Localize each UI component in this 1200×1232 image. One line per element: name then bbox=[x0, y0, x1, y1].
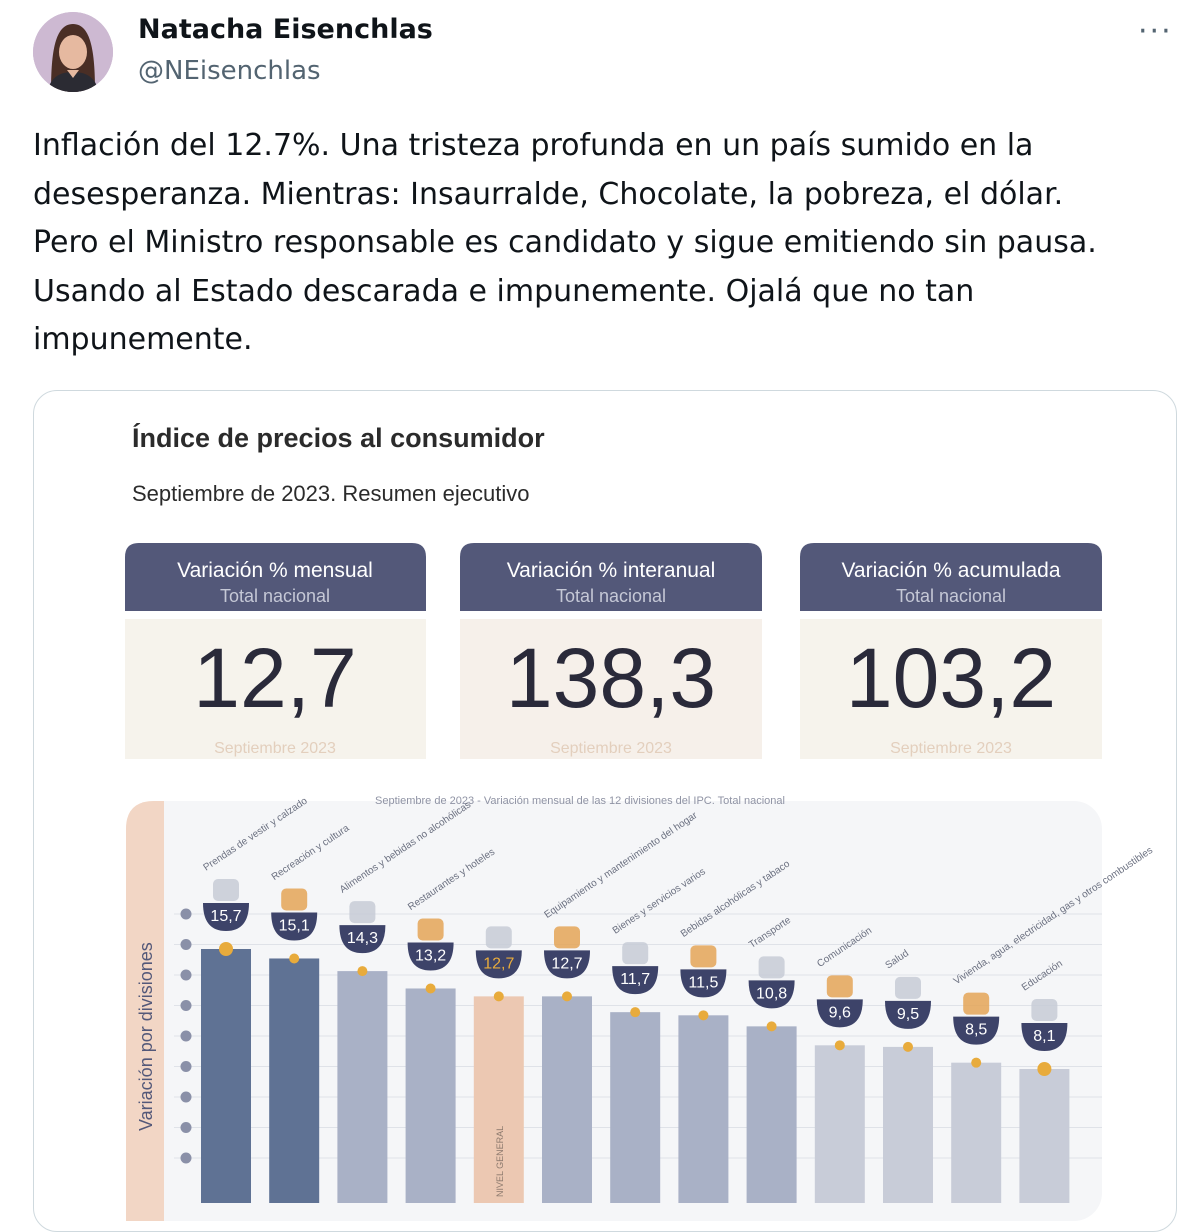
division-icon bbox=[554, 926, 580, 949]
axis-marker bbox=[180, 1091, 192, 1103]
division-icon bbox=[826, 975, 853, 998]
value-label: 11,5 bbox=[688, 974, 718, 991]
kpi-value: 138,3 bbox=[506, 631, 716, 725]
division-icon bbox=[622, 942, 649, 965]
kpi-label: Variación % acumulada bbox=[841, 559, 1060, 582]
chart-title: Septiembre de 2023 - Variación mensual d… bbox=[375, 795, 785, 807]
bar bbox=[746, 1026, 797, 1203]
bar bbox=[337, 971, 388, 1203]
bar bbox=[814, 1045, 865, 1203]
general-level-label: NIVEL GENERAL bbox=[495, 1126, 505, 1197]
axis-marker bbox=[180, 969, 192, 981]
tweet-line: Pero el Ministro responsable es candidat… bbox=[33, 225, 1097, 260]
value-label: 12,7 bbox=[551, 955, 582, 972]
division-icon bbox=[281, 888, 308, 911]
avatar[interactable] bbox=[33, 12, 113, 92]
bar-marker bbox=[903, 1041, 913, 1052]
bar bbox=[405, 988, 456, 1203]
bar-marker bbox=[971, 1057, 982, 1068]
division-icon bbox=[895, 976, 921, 999]
bar-marker bbox=[289, 953, 300, 964]
division-icon bbox=[417, 918, 444, 941]
infographic-title: Índice de precios al consumidor bbox=[132, 422, 545, 453]
division-icon bbox=[485, 926, 512, 949]
bar bbox=[883, 1046, 933, 1203]
value-label: 8,1 bbox=[1033, 1028, 1055, 1045]
author-name[interactable]: Natacha Eisenchlas bbox=[138, 14, 433, 45]
bar-marker bbox=[562, 991, 572, 1002]
value-label: 14,3 bbox=[347, 930, 378, 947]
bar-marker bbox=[834, 1040, 845, 1051]
bar bbox=[678, 1015, 729, 1203]
infographic: Índice de precios al consumidor Septiemb… bbox=[125, 422, 1155, 1221]
value-label: 10,8 bbox=[756, 985, 787, 1002]
bar bbox=[1019, 1069, 1070, 1203]
kpi-sublabel: Total nacional bbox=[556, 586, 666, 606]
kpi-label: Variación % interanual bbox=[507, 559, 716, 582]
division-icon bbox=[213, 879, 239, 901]
bar-marker bbox=[698, 1010, 709, 1021]
kpi-value: 103,2 bbox=[846, 631, 1056, 725]
kpi-card-acumulada: Variación % acumulada Total nacional 103… bbox=[800, 543, 1102, 759]
bar-marker bbox=[357, 966, 368, 977]
kpi-period: Septiembre 2023 bbox=[550, 740, 672, 757]
kpi-value: 12,7 bbox=[193, 631, 357, 725]
axis-marker bbox=[180, 939, 192, 950]
value-label: 15,7 bbox=[210, 908, 241, 925]
division-icon bbox=[758, 956, 785, 979]
tweet-line: desesperanza. Mientras: Insaurralde, Cho… bbox=[33, 176, 1064, 212]
division-icon bbox=[1031, 999, 1058, 1021]
value-label: 15,1 bbox=[279, 917, 310, 934]
kpi-card-interanual: Variación % interanual Total nacional 13… bbox=[460, 543, 762, 759]
chart-ylabel: Variación por divisiones bbox=[136, 942, 156, 1131]
value-label: 13,2 bbox=[415, 947, 446, 964]
value-label: 9,5 bbox=[897, 1006, 919, 1023]
bar bbox=[542, 996, 592, 1203]
tweet-text: Inflación del 12.7%. Una tristeza profun… bbox=[33, 122, 1173, 365]
kpi-period: Septiembre 2023 bbox=[890, 740, 1012, 757]
bar-marker bbox=[630, 1007, 641, 1018]
tweet-line: Inflación del 12.7%. Una tristeza profun… bbox=[33, 128, 1034, 163]
axis-marker bbox=[180, 1030, 192, 1042]
tweet-line: impunemente. bbox=[33, 322, 253, 357]
bar-marker bbox=[425, 983, 436, 994]
division-icon bbox=[349, 901, 376, 924]
value-label: 11,7 bbox=[620, 971, 650, 988]
more-options-icon[interactable]: ··· bbox=[1138, 14, 1173, 49]
bar-marker bbox=[1037, 1062, 1052, 1076]
axis-marker bbox=[180, 1061, 192, 1072]
axis-marker bbox=[180, 908, 192, 920]
kpi-sublabel: Total nacional bbox=[896, 586, 1006, 606]
bar bbox=[951, 1062, 1002, 1203]
value-label: 8,5 bbox=[965, 1022, 987, 1039]
axis-marker bbox=[180, 1122, 192, 1133]
bar-marker bbox=[219, 942, 233, 956]
division-icon bbox=[690, 945, 717, 968]
value-label: 12,7 bbox=[483, 955, 514, 972]
axis-marker bbox=[180, 1000, 192, 1011]
axis-marker bbox=[180, 1152, 192, 1164]
bar bbox=[269, 958, 320, 1203]
kpi-period: Septiembre 2023 bbox=[214, 740, 336, 757]
bar bbox=[201, 949, 251, 1203]
infographic-subtitle: Septiembre de 2023. Resumen ejecutivo bbox=[132, 481, 529, 506]
kpi-card-mensual: Variación % mensual Total nacional 12,7 … bbox=[125, 543, 426, 759]
kpi-label: Variación % mensual bbox=[177, 559, 373, 582]
value-label: 9,6 bbox=[829, 1004, 851, 1021]
media-image[interactable]: Índice de precios al consumidor Septiemb… bbox=[33, 390, 1177, 1232]
author-handle[interactable]: @NEisenchlas bbox=[138, 56, 321, 86]
bar-marker bbox=[766, 1021, 777, 1032]
bar-marker bbox=[493, 991, 504, 1002]
bar bbox=[610, 1012, 661, 1203]
division-icon bbox=[963, 992, 990, 1015]
kpi-sublabel: Total nacional bbox=[220, 586, 330, 606]
tweet-line: Usando al Estado descarada e impunemente… bbox=[33, 273, 975, 309]
